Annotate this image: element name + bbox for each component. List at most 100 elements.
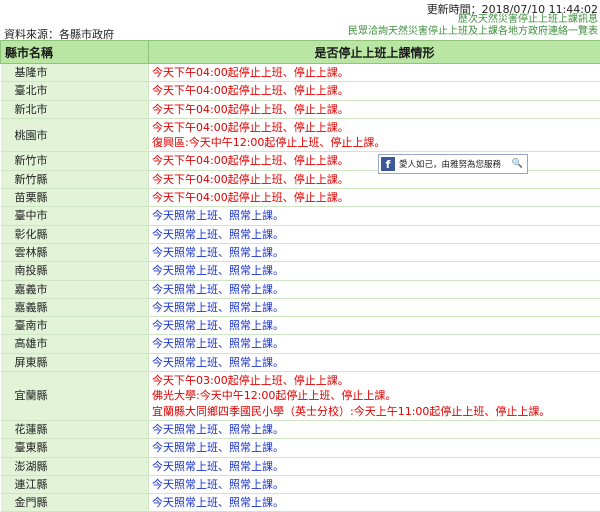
closure-status: 今天下午04:00起停止上班、停止上課。 [149,100,600,118]
status-line: 今天照常上班、照常上課。 [152,300,597,315]
closure-status: 今天照常上班、照常上課。 [149,439,600,457]
closure-status: 今天照常上班、照常上課。 [149,475,600,493]
county-name: 新竹市 [1,152,149,170]
county-name: 南投縣 [1,262,149,280]
closure-status: 今天下午04:00起停止上班、停止上課。 [149,170,600,188]
status-line: 今天照常上班、照常上課。 [152,318,597,333]
status-line: 今天照常上班、照常上課。 [152,440,597,455]
header-links: 歷次天然災害停止上班上課訊息 民眾洽詢天然災害停止上班及上課各地方政府連絡一覽表 [348,14,598,38]
facebook-widget-text: 愛人如己，由雅努為您服務 [399,158,512,170]
history-link[interactable]: 歷次天然災害停止上班上課訊息 [348,14,598,26]
contact-list-link[interactable]: 民眾洽詢天然災害停止上班及上課各地方政府連絡一覽表 [348,26,598,38]
table-row: 花蓮縣今天照常上班、照常上課。 [1,420,600,438]
table-row: 臺東縣今天照常上班、照常上課。 [1,439,600,457]
status-line: 今天下午04:00起停止上班、停止上課。 [152,153,597,168]
table-row: 高雄市今天照常上班、照常上課。 [1,335,600,353]
status-line: 今天照常上班、照常上課。 [152,282,597,297]
closure-status: 今天下午04:00起停止上班、停止上課。 [149,82,600,100]
closure-status: 今天照常上班、照常上課。 [149,207,600,225]
status-line: 今天下午03:00起停止上班、停止上課。 [152,373,597,388]
closure-status: 今天照常上班、照常上課。 [149,353,600,371]
status-line: 今天照常上班、照常上課。 [152,422,597,437]
table-row: 新北市今天下午04:00起停止上班、停止上課。 [1,100,600,118]
status-line: 今天照常上班、照常上課。 [152,245,597,260]
status-line: 復興區:今天中午12:00起停止上班、停止上課。 [152,135,597,150]
status-line: 今天照常上班、照常上課。 [152,263,597,278]
closure-status: 今天照常上班、照常上課。 [149,280,600,298]
county-name: 澎湖縣 [1,457,149,475]
table-row: 雲林縣今天照常上班、照常上課。 [1,243,600,261]
table-row: 連江縣今天照常上班、照常上課。 [1,475,600,493]
county-name: 苗栗縣 [1,189,149,207]
county-name: 新竹縣 [1,170,149,188]
county-name: 臺南市 [1,317,149,335]
table-row: 南投縣今天照常上班、照常上課。 [1,262,600,280]
county-name: 高雄市 [1,335,149,353]
county-name: 桃園市 [1,118,149,152]
status-line: 今天下午04:00起停止上班、停止上課。 [152,120,597,135]
status-line: 今天下午04:00起停止上班、停止上課。 [152,65,597,80]
closure-status: 今天照常上班、照常上課。 [149,317,600,335]
closure-status: 今天下午04:00起停止上班、停止上課。 [149,189,600,207]
closure-status: 今天下午04:00起停止上班、停止上課。 [149,64,600,82]
table-row: 臺中市今天照常上班、照常上課。 [1,207,600,225]
closure-status: 今天照常上班、照常上課。 [149,225,600,243]
status-line: 今天下午04:00起停止上班、停止上課。 [152,83,597,98]
page-header: 更新時間：2018/07/10 11:44:02 歷次天然災害停止上班上課訊息 … [0,0,600,40]
table-row: 屏東縣今天照常上班、照常上課。 [1,353,600,371]
table-row: 澎湖縣今天照常上班、照常上課。 [1,457,600,475]
facebook-icon: f [381,157,395,171]
closure-status: 今天下午03:00起停止上班、停止上課。佛光大學:今天中午12:00起停止上班、… [149,372,600,421]
county-name: 嘉義市 [1,280,149,298]
status-line: 今天照常上班、照常上課。 [152,336,597,351]
status-line: 今天照常上班、照常上課。 [152,477,597,492]
county-name: 新北市 [1,100,149,118]
status-line: 今天照常上班、照常上課。 [152,355,597,370]
data-source: 資料來源：各縣市政府 [4,26,114,42]
county-name: 臺北市 [1,82,149,100]
closure-status: 今天照常上班、照常上課。 [149,243,600,261]
county-name: 屏東縣 [1,353,149,371]
county-name: 彰化縣 [1,225,149,243]
status-line: 今天下午04:00起停止上班、停止上課。 [152,172,597,187]
status-line: 今天照常上班、照常上課。 [152,459,597,474]
closure-status: 今天下午04:00起停止上班、停止上課。 [149,152,600,170]
closure-status: 今天照常上班、照常上課。 [149,262,600,280]
closure-status: 今天照常上班、照常上課。 [149,335,600,353]
county-name: 雲林縣 [1,243,149,261]
table-row: 桃園市今天下午04:00起停止上班、停止上課。復興區:今天中午12:00起停止上… [1,118,600,152]
status-line: 宜蘭縣大同鄉四季國民小學（英士分校）:今天上午11:00起停止上班、停止上課。 [152,404,597,419]
status-line: 今天下午04:00起停止上班、停止上課。 [152,102,597,117]
county-name: 臺東縣 [1,439,149,457]
table-row: 金門縣今天照常上班、照常上課。 [1,494,600,512]
closure-status: 今天照常上班、照常上課。 [149,494,600,512]
closure-status: 今天照常上班、照常上課。 [149,420,600,438]
table-row: 宜蘭縣今天下午03:00起停止上班、停止上課。佛光大學:今天中午12:00起停止… [1,372,600,421]
magnifier-icon[interactable]: 🔍 [512,159,523,169]
table-row: 臺南市今天照常上班、照常上課。 [1,317,600,335]
status-line: 今天照常上班、照常上課。 [152,227,597,242]
closure-status: 今天照常上班、照常上課。 [149,457,600,475]
facebook-widget[interactable]: f 愛人如己，由雅努為您服務 🔍 [378,154,528,174]
status-line: 今天照常上班、照常上課。 [152,495,597,510]
table-body: 基隆市今天下午04:00起停止上班、停止上課。臺北市今天下午04:00起停止上班… [1,64,600,512]
county-name: 連江縣 [1,475,149,493]
county-name: 宜蘭縣 [1,372,149,421]
closure-status: 今天下午04:00起停止上班、停止上課。復興區:今天中午12:00起停止上班、停… [149,118,600,152]
county-name: 嘉義縣 [1,298,149,316]
status-column-header: 是否停止上班上課情形 [149,41,600,64]
table-row: 臺北市今天下午04:00起停止上班、停止上課。 [1,82,600,100]
table-row: 嘉義縣今天照常上班、照常上課。 [1,298,600,316]
status-line: 佛光大學:今天中午12:00起停止上班、停止上課。 [152,388,597,403]
closure-status: 今天照常上班、照常上課。 [149,298,600,316]
closure-table: 縣市名稱 是否停止上班上課情形 基隆市今天下午04:00起停止上班、停止上課。臺… [0,40,600,512]
table-row: 苗栗縣今天下午04:00起停止上班、停止上課。 [1,189,600,207]
table-row: 彰化縣今天照常上班、照常上課。 [1,225,600,243]
county-name: 基隆市 [1,64,149,82]
status-line: 今天下午04:00起停止上班、停止上課。 [152,190,597,205]
table-row: 嘉義市今天照常上班、照常上課。 [1,280,600,298]
county-column-header: 縣市名稱 [1,41,149,64]
county-name: 花蓮縣 [1,420,149,438]
county-name: 金門縣 [1,494,149,512]
county-name: 臺中市 [1,207,149,225]
